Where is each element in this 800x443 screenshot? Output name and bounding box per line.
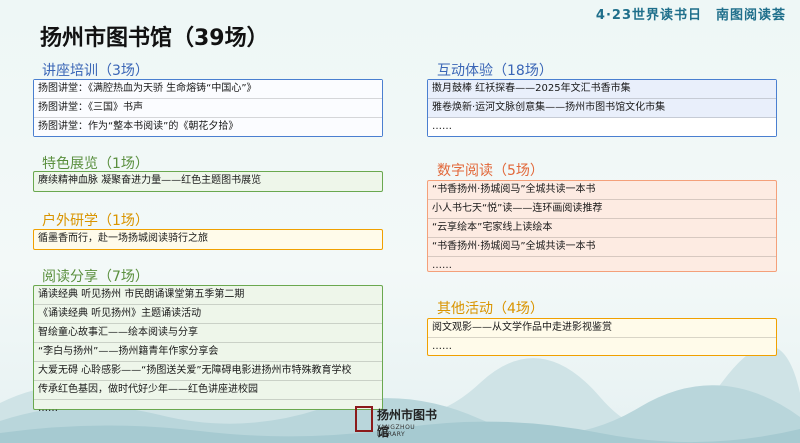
- section-title-other: 其他活动（4场）: [437, 301, 544, 317]
- page-title: 扬州市图书馆（39场）: [40, 26, 269, 51]
- library-logo: 扬州市图书馆 YANGZHOU LIBRARY: [355, 404, 445, 439]
- section-title-reading-share: 阅读分享（7场）: [42, 269, 149, 285]
- list-item[interactable]: 传承红色基因，做时代好少年——红色讲座进校园: [34, 381, 382, 400]
- digital-list: “书香扬州·扬城阅马”全城共读一本书 小人书七天“悦”读——连环画阅读推荐 “云…: [427, 180, 777, 272]
- list-item[interactable]: “书香扬州·扬城阅马”全城共读一本书: [428, 181, 776, 200]
- other-list: 阅文观影——从文学作品中走进影视鉴赏 ……: [427, 318, 777, 356]
- list-item[interactable]: “李白与扬州”——扬州籍青年作家分享会: [34, 343, 382, 362]
- library-logo-subtitle: YANGZHOU LIBRARY: [377, 424, 416, 438]
- interactive-list: 擞月鼓棒 红袄探春——2025年文汇书香市集 雅卷焕新·运河文脉创意集——扬州市…: [427, 79, 777, 137]
- list-item: ……: [432, 341, 452, 352]
- reading-share-list: 诵读经典 听见扬州 市民朗诵课堂第五季第二期 《诵读经典 听见扬州》主题诵读活动…: [33, 285, 383, 414]
- list-item[interactable]: 智绘童心故事汇——绘本阅读与分享: [34, 324, 382, 343]
- section-title-digital: 数字阅读（5场）: [437, 163, 544, 179]
- list-item: ……: [428, 118, 776, 136]
- section-title-outdoor: 户外研学（1场）: [42, 213, 149, 229]
- list-item: ……: [432, 260, 452, 271]
- section-title-lecture: 讲座培训（3场）: [42, 63, 149, 79]
- list-item[interactable]: 诵读经典 听见扬州 市民朗诵课堂第五季第二期: [34, 286, 382, 305]
- list-item[interactable]: “云享绘本”宅家线上读绘本: [428, 219, 776, 238]
- event-banner: 4·23世界读书日 南图阅读荟: [595, 8, 786, 23]
- section-title-interactive: 互动体验（18场）: [437, 63, 553, 79]
- library-seal-icon: [355, 406, 373, 432]
- list-item: ……: [38, 403, 58, 414]
- exhibition-list: 赓续精神血脉 凝聚奋进力量——红色主题图书展览: [33, 171, 383, 192]
- list-item[interactable]: 大爱无碍 心聆感影——“扬图送关爱”无障碍电影进扬州市特殊教育学校: [34, 362, 382, 381]
- lecture-list: 扬图讲堂：《满腔热血为天骄 生命熔铸“中国心”》 扬图讲堂：《三国》书声 扬图讲…: [33, 79, 383, 137]
- list-item[interactable]: 扬图讲堂：《满腔热血为天骄 生命熔铸“中国心”》: [34, 80, 382, 99]
- list-item[interactable]: 阅文观影——从文学作品中走进影视鉴赏: [428, 319, 776, 338]
- list-item[interactable]: 擞月鼓棒 红袄探春——2025年文汇书香市集: [428, 80, 776, 99]
- list-item[interactable]: 赓续精神血脉 凝聚奋进力量——红色主题图书展览: [34, 172, 382, 190]
- list-item[interactable]: 小人书七天“悦”读——连环画阅读推荐: [428, 200, 776, 219]
- list-item[interactable]: 扬图讲堂：《三国》书声: [34, 99, 382, 118]
- section-title-exhibition: 特色展览（1场）: [42, 156, 149, 172]
- list-item[interactable]: 循墨香而行，赴一场扬城阅读骑行之旅: [34, 230, 382, 248]
- list-item[interactable]: “书香扬州·扬城阅马”全城共读一本书: [428, 238, 776, 257]
- list-item[interactable]: 扬图讲堂：作为“整本书阅读”的《朝花夕拾》: [34, 118, 382, 136]
- list-item[interactable]: 《诵读经典 听见扬州》主题诵读活动: [34, 305, 382, 324]
- list-item[interactable]: 雅卷焕新·运河文脉创意集——扬州市图书馆文化市集: [428, 99, 776, 118]
- outdoor-list: 循墨香而行，赴一场扬城阅读骑行之旅: [33, 229, 383, 250]
